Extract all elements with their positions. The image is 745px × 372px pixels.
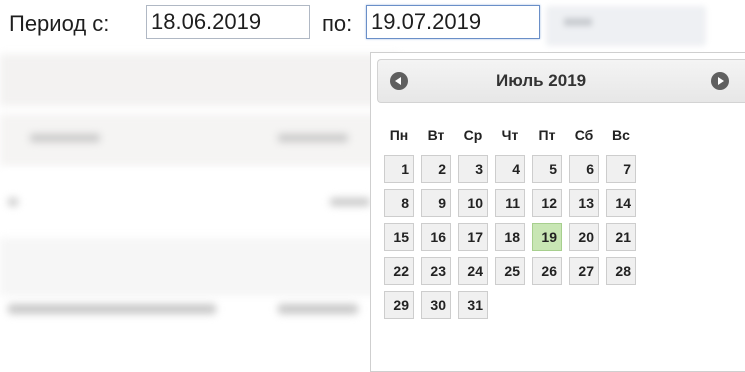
period-from-label: Период с: bbox=[9, 11, 110, 36]
empty-cell bbox=[569, 291, 599, 319]
period-to-label: по: bbox=[322, 11, 353, 36]
calendar-day[interactable]: 14 bbox=[606, 189, 636, 217]
chevron-left-icon[interactable] bbox=[390, 72, 408, 90]
calendar-day[interactable]: 9 bbox=[421, 189, 451, 217]
calendar-day[interactable]: 10 bbox=[458, 189, 488, 217]
calendar-day[interactable]: 7 bbox=[606, 155, 636, 183]
calendar-day[interactable]: 24 bbox=[458, 257, 488, 285]
calendar-day[interactable]: 30 bbox=[421, 291, 451, 319]
calendar-day[interactable]: 8 bbox=[384, 189, 414, 217]
calendar-day[interactable]: 18 bbox=[495, 223, 525, 251]
calendar-day[interactable]: 29 bbox=[384, 291, 414, 319]
calendar-week-row: 1 2 3 4 5 6 7 bbox=[384, 155, 636, 183]
weekday-label: Вс bbox=[612, 127, 630, 143]
weekday-label: Пт bbox=[538, 127, 556, 143]
period-to-input[interactable] bbox=[366, 5, 540, 39]
calendar-week-row: 8 9 10 11 12 13 14 bbox=[384, 189, 636, 217]
empty-cell bbox=[495, 291, 525, 319]
calendar-day[interactable]: 22 bbox=[384, 257, 414, 285]
calendar-day[interactable]: 2 bbox=[421, 155, 451, 183]
calendar-month-title: Июль 2019 bbox=[496, 71, 587, 90]
weekday-label: Сб bbox=[574, 127, 594, 143]
calendar-day-selected[interactable]: 19 bbox=[532, 223, 562, 251]
calendar-day[interactable]: 21 bbox=[606, 223, 636, 251]
period-from-input[interactable] bbox=[146, 5, 310, 39]
calendar-day[interactable]: 28 bbox=[606, 257, 636, 285]
weekday-header-row: Пн Вт Ср Чт Пт Сб Вс bbox=[384, 121, 636, 149]
weekday-label: Пн bbox=[389, 127, 409, 143]
calendar-week-row: 29 30 31 bbox=[384, 291, 636, 319]
blurred-action-button[interactable] bbox=[546, 6, 706, 46]
calendar-day[interactable]: 6 bbox=[569, 155, 599, 183]
calendar-grid: Пн Вт Ср Чт Пт Сб Вс 1 2 3 4 5 6 7 8 9 1… bbox=[377, 115, 643, 325]
calendar-day[interactable]: 25 bbox=[495, 257, 525, 285]
calendar-day[interactable]: 15 bbox=[384, 223, 414, 251]
empty-cell bbox=[606, 291, 636, 319]
weekday-label: Ср bbox=[463, 127, 483, 143]
calendar-day[interactable]: 11 bbox=[495, 189, 525, 217]
chevron-right-icon[interactable] bbox=[711, 72, 729, 90]
empty-cell bbox=[532, 291, 562, 319]
calendar-week-row: 22 23 24 25 26 27 28 bbox=[384, 257, 636, 285]
calendar-day[interactable]: 16 bbox=[421, 223, 451, 251]
calendar-day[interactable]: 31 bbox=[458, 291, 488, 319]
calendar-day[interactable]: 13 bbox=[569, 189, 599, 217]
calendar-day[interactable]: 17 bbox=[458, 223, 488, 251]
calendar-week-row: 15 16 17 18 19 20 21 bbox=[384, 223, 636, 251]
weekday-label: Вт bbox=[427, 127, 445, 143]
calendar-day[interactable]: 1 bbox=[384, 155, 414, 183]
date-picker-calendar: Июль 2019 Пн Вт Ср Чт Пт Сб Вс 1 2 3 4 5… bbox=[370, 52, 745, 372]
calendar-header: Июль 2019 bbox=[377, 59, 745, 103]
calendar-day[interactable]: 12 bbox=[532, 189, 562, 217]
calendar-day[interactable]: 23 bbox=[421, 257, 451, 285]
weekday-label: Чт bbox=[501, 127, 519, 143]
calendar-day[interactable]: 27 bbox=[569, 257, 599, 285]
calendar-day[interactable]: 4 bbox=[495, 155, 525, 183]
calendar-day[interactable]: 26 bbox=[532, 257, 562, 285]
calendar-day[interactable]: 5 bbox=[532, 155, 562, 183]
period-bar: Период с: по: bbox=[0, 0, 745, 52]
calendar-day[interactable]: 20 bbox=[569, 223, 599, 251]
calendar-day[interactable]: 3 bbox=[458, 155, 488, 183]
